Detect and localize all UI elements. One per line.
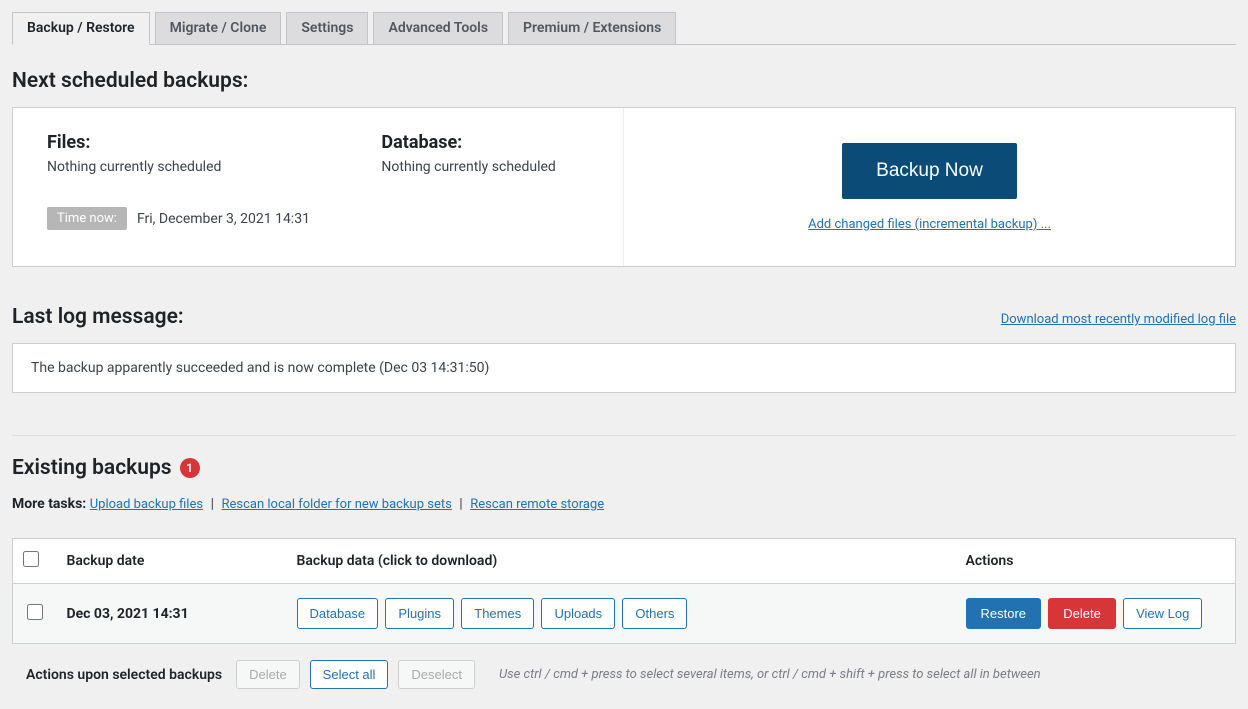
view-log-button[interactable]: View Log [1123,598,1202,629]
schedule-database-title: Database: [381,132,555,153]
tab-settings[interactable]: Settings [286,12,368,44]
select-all-checkbox[interactable] [23,551,39,567]
download-log-link[interactable]: Download most recently modified log file [1001,312,1236,327]
bulk-hint: Use ctrl / cmd + press to select several… [499,667,1041,682]
download-themes-button[interactable]: Themes [461,598,534,629]
existing-backups-heading: Existing backups [12,456,172,480]
col-header-data: Backup data (click to download) [287,539,956,584]
next-scheduled-heading: Next scheduled backups: [12,69,1236,93]
log-message: The backup apparently succeeded and is n… [12,343,1236,393]
restore-button[interactable]: Restore [966,598,1042,629]
schedule-panel: Files: Nothing currently scheduled Datab… [12,107,1236,267]
tab-premium-extensions[interactable]: Premium / Extensions [508,12,676,44]
tab-backup-restore[interactable]: Backup / Restore [12,12,150,45]
col-header-actions: Actions [956,539,1236,584]
backups-table: Backup date Backup data (click to downlo… [12,538,1236,644]
rescan-remote-link[interactable]: Rescan remote storage [470,497,604,512]
schedule-database-status: Nothing currently scheduled [381,159,555,175]
time-now-value: Fri, December 3, 2021 14:31 [137,211,310,227]
divider [12,435,1236,436]
download-uploads-button[interactable]: Uploads [541,598,615,629]
bulk-actions-bar: Actions upon selected backups Delete Sel… [12,644,1236,689]
nav-tabs: Backup / Restore Migrate / Clone Setting… [12,0,1236,45]
download-others-button[interactable]: Others [622,598,687,629]
tab-migrate-clone[interactable]: Migrate / Clone [155,12,282,44]
upload-backup-link[interactable]: Upload backup files [90,497,203,512]
table-row: Dec 03, 2021 14:31 Database Plugins Them… [13,584,1236,644]
bulk-deselect-button[interactable]: Deselect [398,660,475,689]
schedule-files-status: Nothing currently scheduled [47,159,221,175]
more-tasks-label: More tasks: [12,496,86,512]
schedule-files-title: Files: [47,132,221,153]
separator: | [211,496,214,512]
bulk-actions-label: Actions upon selected backups [26,667,222,683]
download-database-button[interactable]: Database [297,598,379,629]
delete-button[interactable]: Delete [1048,598,1116,629]
download-plugins-button[interactable]: Plugins [385,598,454,629]
col-header-date: Backup date [57,539,287,584]
tab-advanced-tools[interactable]: Advanced Tools [373,12,503,44]
more-tasks: More tasks: Upload backup files | Rescan… [12,496,1236,512]
row-checkbox[interactable] [27,604,43,620]
backup-date: Dec 03, 2021 14:31 [67,606,189,622]
schedule-left: Files: Nothing currently scheduled Datab… [13,108,624,266]
bulk-select-all-button[interactable]: Select all [310,660,389,689]
schedule-files: Files: Nothing currently scheduled [47,132,221,175]
bulk-delete-button[interactable]: Delete [236,660,300,689]
backup-now-button[interactable]: Backup Now [842,143,1017,199]
schedule-database: Database: Nothing currently scheduled [381,132,555,175]
time-now-label: Time now: [47,207,127,230]
last-log-heading: Last log message: [12,305,184,329]
schedule-right: Backup Now Add changed files (incrementa… [624,108,1235,266]
rescan-local-link[interactable]: Rescan local folder for new backup sets [221,497,451,512]
incremental-backup-link[interactable]: Add changed files (incremental backup) .… [808,217,1051,232]
existing-count-badge: 1 [180,458,200,478]
separator: | [459,496,462,512]
